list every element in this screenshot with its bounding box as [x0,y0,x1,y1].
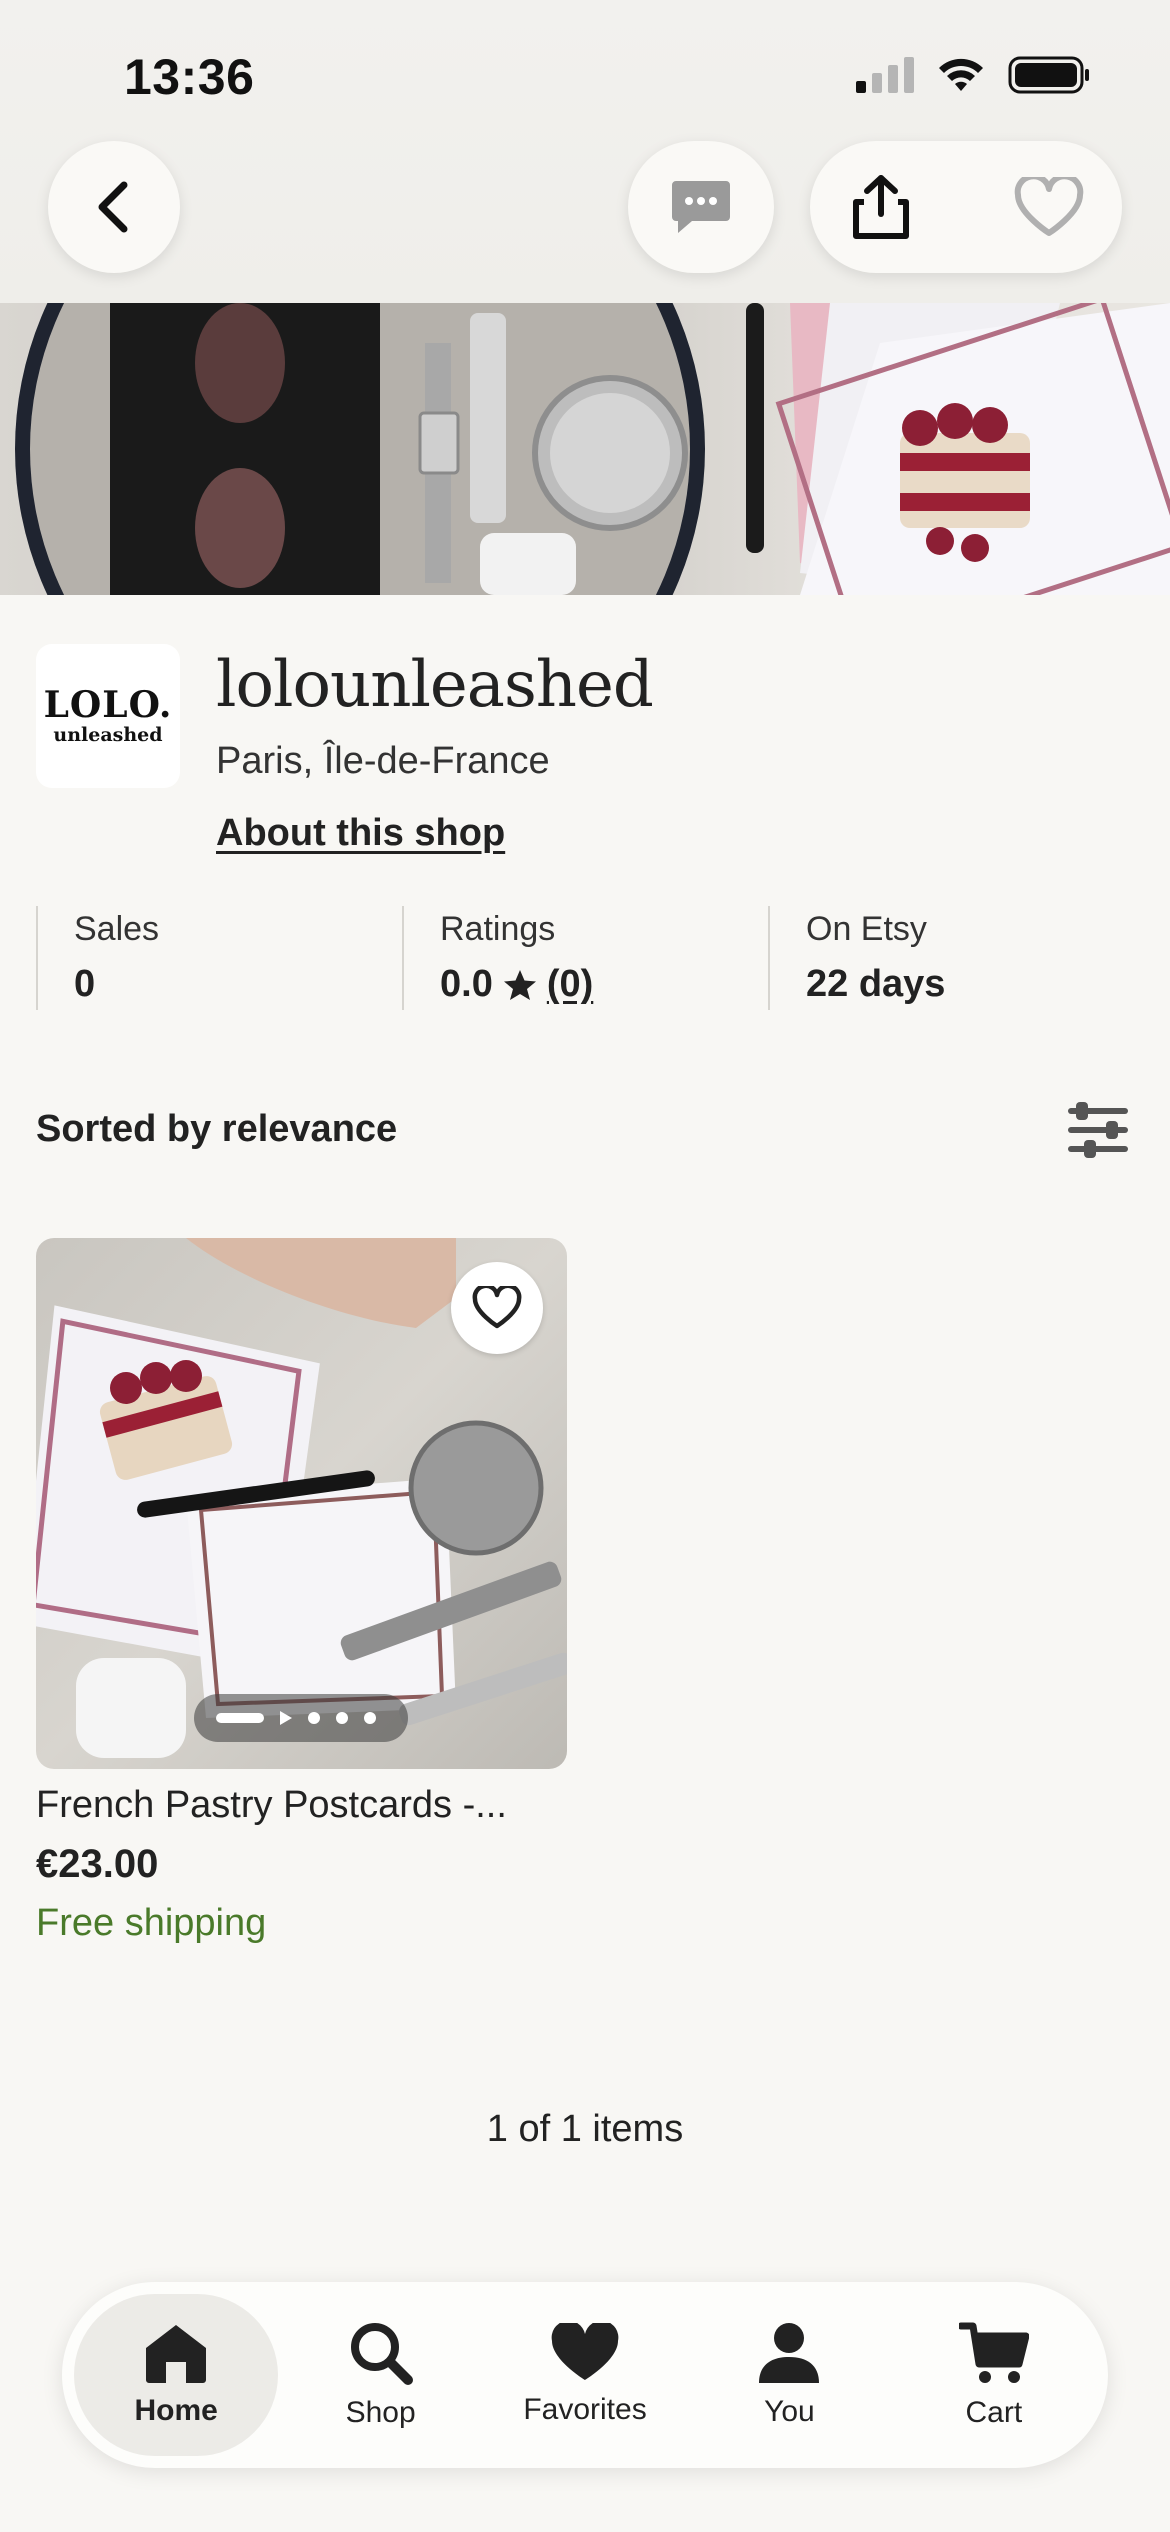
about-shop-link[interactable]: About this shop [216,812,505,855]
message-button[interactable] [628,141,774,273]
heart-outline-icon[interactable] [1014,177,1084,237]
signal-icon [856,57,914,93]
home-icon [146,2325,207,2383]
items-count: 1 of 1 items [486,2108,684,2150]
tab-label: Cart [965,2396,1023,2429]
pager-dot-active [216,1713,264,1723]
shop-logo[interactable]: LOLO. unleashed [36,644,180,788]
banner-illustration [15,303,1170,595]
sales-value: 0 [74,963,96,1005]
shop-banner-image [0,303,1170,595]
shop-logo-text: LOLO. [43,684,173,726]
tab-label: Favorites [523,2393,647,2426]
pager-dot [336,1712,348,1724]
shop-stats: Sales 0 Ratings 0.0 (0) On Etsy 22 days [36,906,1134,1010]
tab-favorites[interactable]: Favorites [483,2294,687,2456]
sort-label: Sorted by relevance [36,1108,398,1150]
tab-you[interactable]: You [687,2294,891,2456]
tab-label: Shop [345,2396,416,2429]
cart-icon [958,2322,1029,2383]
back-button[interactable] [48,141,180,273]
bottom-tab-bar: Home Shop Favorites You Cart [62,2282,1108,2468]
stat-label: Sales [74,910,160,948]
on-etsy-value: 22 days [806,963,946,1005]
wifi-icon [939,58,983,91]
stat-label: On Etsy [806,910,927,948]
search-icon [350,2323,413,2385]
tab-cart[interactable]: Cart [892,2294,1096,2456]
tab-shop[interactable]: Shop [278,2294,482,2456]
stat-ratings[interactable]: Ratings 0.0 (0) [402,906,768,1010]
tab-home[interactable]: Home [74,2294,279,2456]
heart-icon [551,2323,619,2380]
listing-image[interactable] [36,1238,567,1769]
tab-label: You [764,2395,815,2428]
sliders-icon[interactable] [1066,1100,1130,1160]
status-icons [856,56,1090,94]
chat-bubble-icon [672,181,730,233]
person-icon [759,2323,820,2383]
rating-value: 0.0 [440,963,493,1005]
shop-logo-subtext: unleashed [53,724,163,746]
chevron-left-icon [98,181,128,233]
listing-title[interactable]: French Pastry Postcards -... [36,1784,507,1827]
share-favorite-group [810,141,1122,273]
stat-on-etsy: On Etsy 22 days [768,906,1134,1010]
shop-name: lolounleashed [216,648,654,722]
stat-label: Ratings [440,910,556,948]
stat-sales: Sales 0 [36,906,402,1010]
stat-value: 22 days [806,963,1134,1006]
rating-count-link[interactable]: (0) [547,963,593,1006]
stat-value: 0.0 (0) [440,963,768,1006]
share-icon[interactable] [850,174,912,240]
battery-icon [1008,56,1089,94]
stat-value: 0 [74,963,402,1006]
shop-location: Paris, Île-de-France [216,740,550,782]
play-icon [280,1711,292,1725]
listing-favorite-button[interactable] [451,1262,543,1354]
image-pager[interactable] [194,1694,408,1742]
star-icon [503,969,536,1000]
heart-outline-icon [472,1286,522,1329]
pager-dot [364,1712,376,1724]
status-time: 13:36 [124,49,255,105]
tab-label: Home [134,2394,218,2427]
status-bar: 13:36 [0,0,1170,150]
pager-dot [308,1712,320,1724]
listing-shipping: Free shipping [36,1902,267,1944]
listing-price: €23.00 [36,1842,159,1886]
